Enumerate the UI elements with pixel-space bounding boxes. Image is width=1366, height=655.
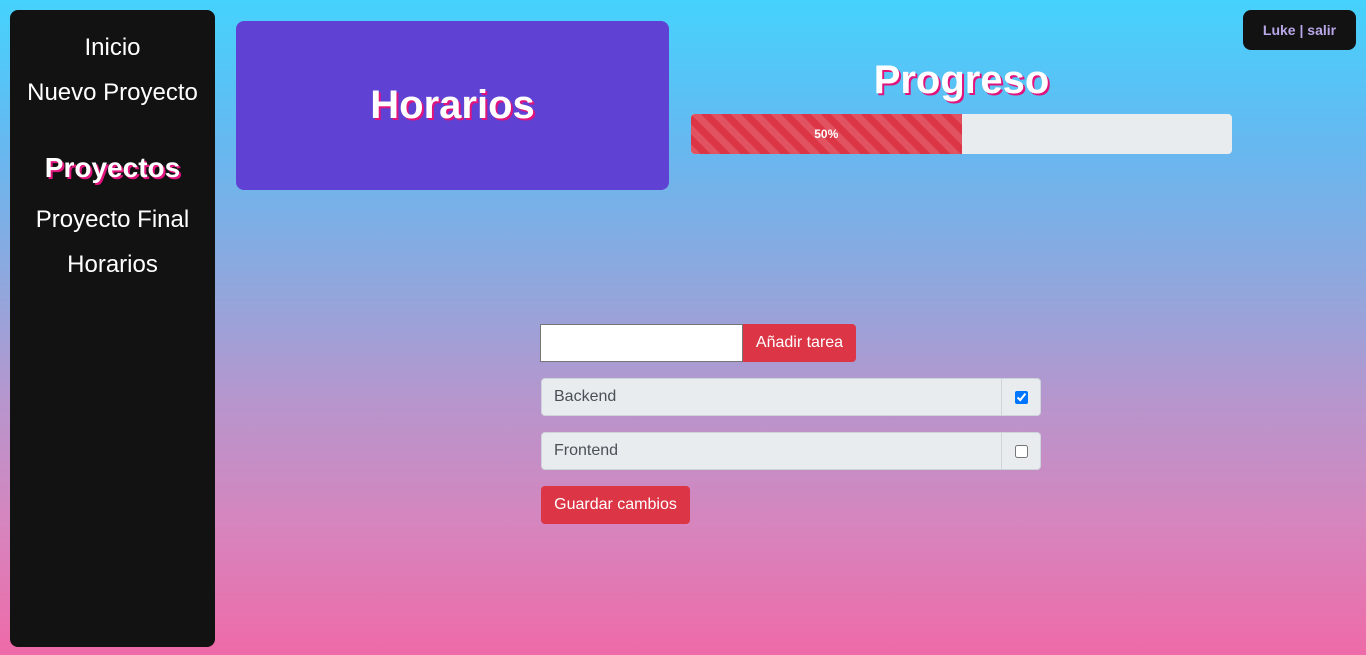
progress-title: Progreso <box>873 58 1050 102</box>
progress-bar-fill: 50% <box>691 114 962 154</box>
sidebar-link-inicio[interactable]: Inicio <box>10 34 215 62</box>
task-done-checkbox[interactable] <box>1014 444 1028 458</box>
sidebar: Inicio Nuevo Proyecto Proyectos Proyecto… <box>10 10 215 647</box>
progress-bar: 50% <box>691 114 1232 154</box>
sidebar-project-proyecto-final[interactable]: Proyecto Final <box>10 206 215 234</box>
task-name-field: Frontend <box>541 432 1002 470</box>
project-title: Horarios <box>370 83 535 127</box>
new-task-input[interactable] <box>540 324 743 362</box>
task-row: Frontend <box>541 432 1041 470</box>
add-task-button[interactable]: Añadir tarea <box>743 324 856 362</box>
sidebar-projects-heading: Proyectos <box>44 152 181 183</box>
sidebar-link-nuevo-proyecto[interactable]: Nuevo Proyecto <box>10 79 215 107</box>
task-done-checkbox[interactable] <box>1014 390 1028 404</box>
task-checkbox-container <box>1002 432 1041 470</box>
task-name-field: Backend <box>541 378 1002 416</box>
task-row: Backend <box>541 378 1041 416</box>
user-logout-button[interactable]: Luke | salir <box>1243 10 1356 50</box>
task-checkbox-container <box>1002 378 1041 416</box>
progress-value-label: 50% <box>814 127 839 141</box>
project-title-card: Horarios <box>236 21 669 190</box>
sidebar-project-horarios[interactable]: Horarios <box>10 251 215 279</box>
save-changes-button[interactable]: Guardar cambios <box>541 486 690 524</box>
